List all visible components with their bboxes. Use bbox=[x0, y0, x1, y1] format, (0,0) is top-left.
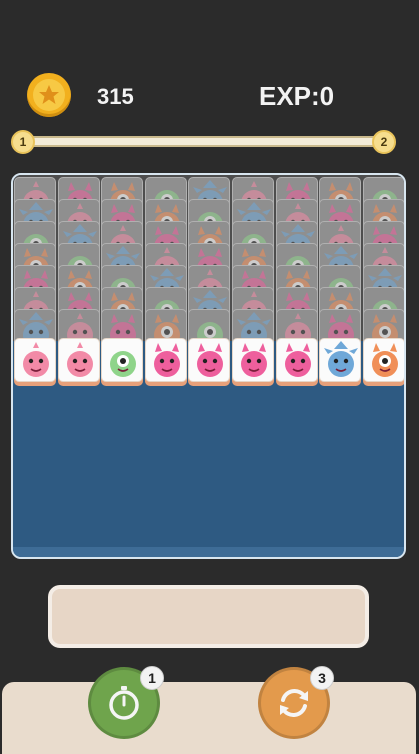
powerup-tray bbox=[2, 682, 416, 754]
tile-magenta-horned[interactable] bbox=[232, 338, 274, 382]
level-progress-bar bbox=[24, 136, 384, 147]
tile-magenta-horned[interactable] bbox=[275, 338, 318, 382]
tile-green-cyclops[interactable] bbox=[101, 338, 144, 382]
tile-pink-ghost[interactable] bbox=[14, 338, 56, 382]
tile-orange-cyclops[interactable] bbox=[362, 338, 404, 382]
tile-board bbox=[11, 173, 406, 559]
refresh-count-badge: 3 bbox=[310, 666, 334, 690]
collection-slot-tray bbox=[48, 585, 369, 648]
tile-blue-horned[interactable] bbox=[319, 338, 362, 382]
level-end-badge: 2 bbox=[372, 130, 396, 154]
tile-stack bbox=[13, 175, 404, 353]
stopwatch-icon bbox=[109, 686, 139, 720]
coin-icon bbox=[27, 73, 71, 117]
tile-magenta-horned[interactable] bbox=[188, 338, 231, 382]
refresh-icon bbox=[280, 689, 308, 717]
level-start-badge: 1 bbox=[11, 130, 35, 154]
exp-label: EXP:0 bbox=[259, 81, 335, 111]
coin-count: 315 bbox=[97, 84, 134, 109]
tile-magenta-horned[interactable] bbox=[144, 338, 187, 382]
tile-pink-ghost[interactable] bbox=[57, 338, 100, 382]
timer-count-badge: 1 bbox=[140, 666, 164, 690]
